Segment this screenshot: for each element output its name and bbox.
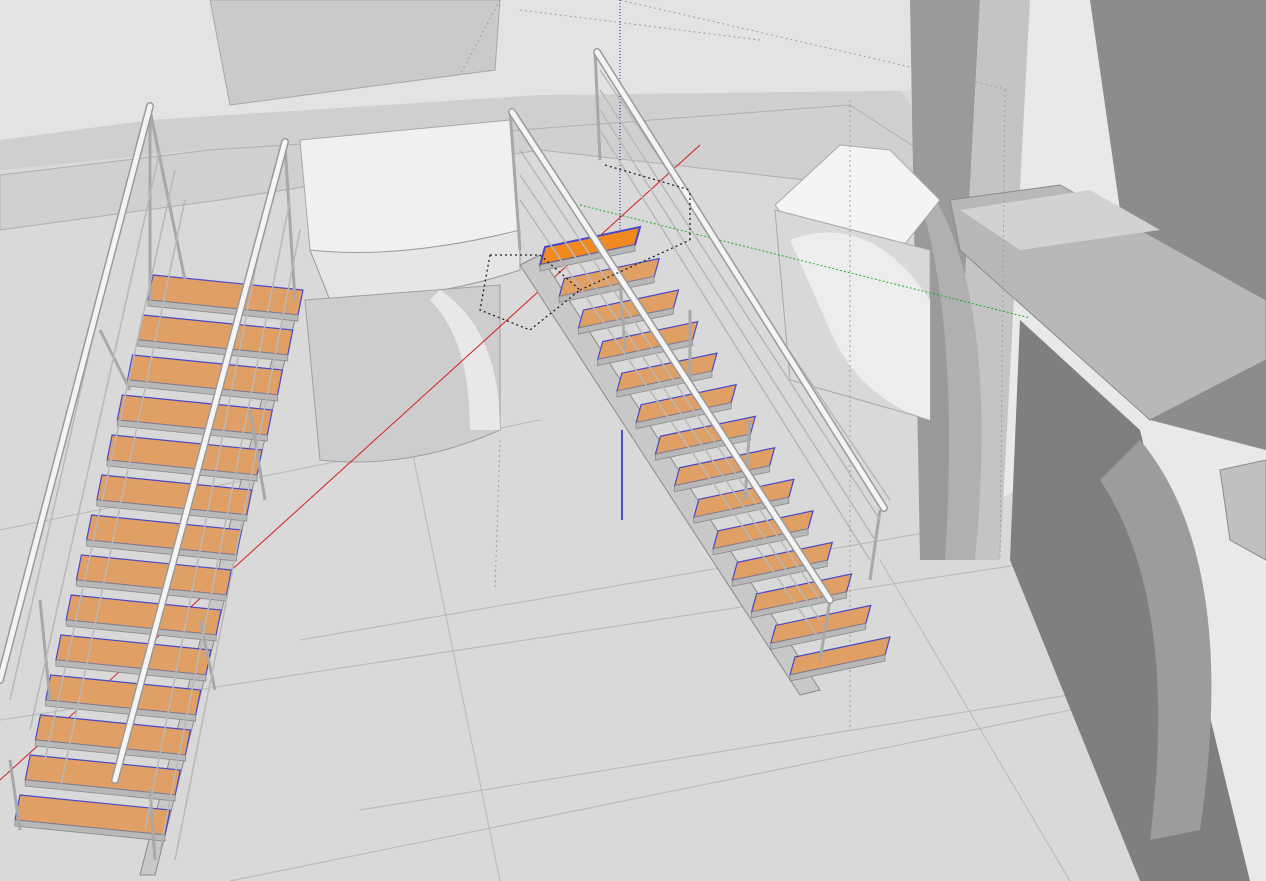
modeling-viewport[interactable] (0, 0, 1266, 881)
background-architecture (0, 0, 1266, 881)
